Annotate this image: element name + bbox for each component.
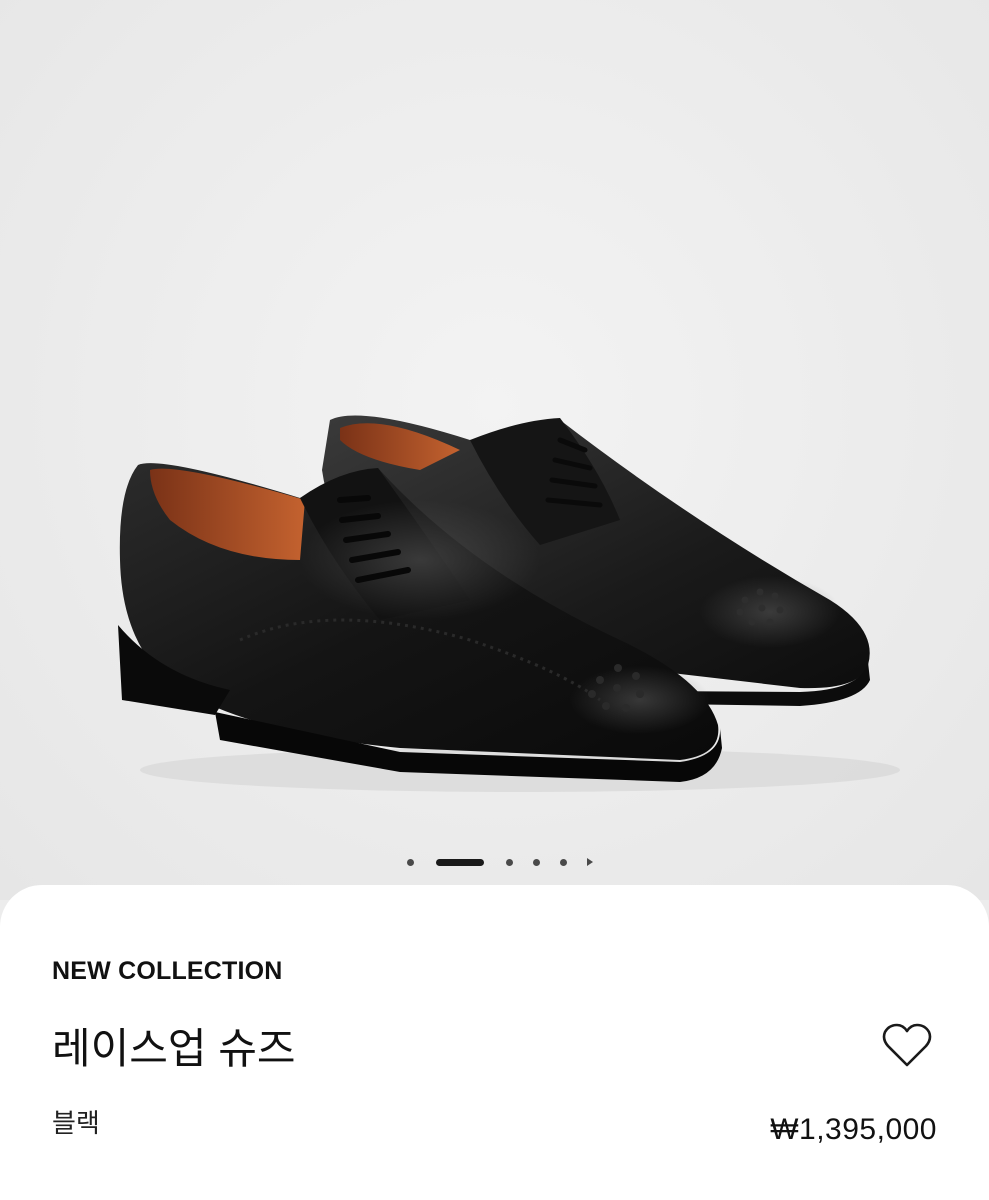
heart-icon: [882, 1023, 932, 1067]
carousel-dot[interactable]: [505, 858, 513, 866]
product-color: 블랙: [52, 1108, 100, 1138]
carousel-dot[interactable]: [559, 858, 567, 866]
collection-label: NEW COLLECTION: [52, 957, 283, 985]
product-name: 레이스업 슈즈: [52, 1025, 296, 1072]
wishlist-button[interactable]: [880, 1021, 934, 1071]
product-gallery[interactable]: [0, 0, 989, 900]
carousel-dot[interactable]: [532, 858, 540, 866]
product-price: ₩1,395,000: [770, 1113, 937, 1146]
carousel-dot-active[interactable]: [435, 858, 484, 866]
product-image: [118, 415, 900, 792]
product-info-panel: NEW COLLECTION 레이스업 슈즈 블랙 ₩1,395,000: [0, 885, 989, 1200]
carousel-dot[interactable]: [406, 858, 414, 866]
chevron-right-icon[interactable]: [586, 858, 593, 866]
carousel-pager[interactable]: [0, 854, 989, 870]
